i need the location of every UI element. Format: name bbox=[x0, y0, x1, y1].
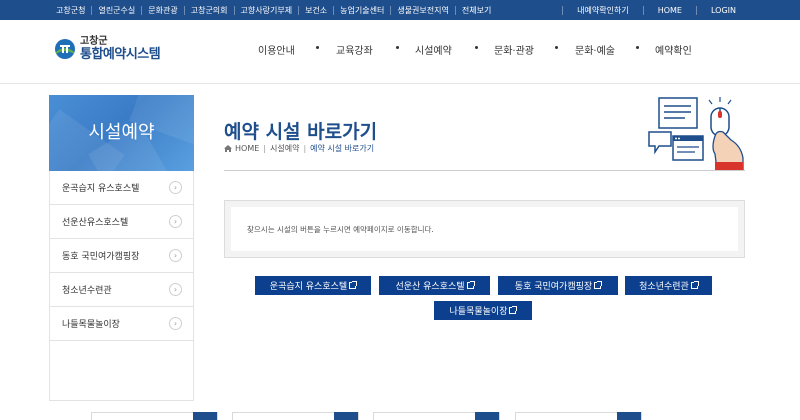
notice-text: 찾으시는 시설의 버튼을 누르시면 예약페이지로 이동합니다. bbox=[247, 224, 434, 234]
sidebar-menu: 운곡습지 유스호스텔 › 선운산유스호스텔 › 동호 국민여가캠핑장 › 청소년수련관… bbox=[49, 171, 194, 401]
footer-banner-box[interactable] bbox=[515, 412, 642, 420]
site-link[interactable]: 문화관광 bbox=[142, 5, 185, 15]
nav-separator bbox=[475, 46, 478, 49]
top-utility-bar: 고창군청 열린군수실 문화관광 고창군의회 고향사랑기부제 보건소 농업기술센터… bbox=[0, 0, 800, 20]
nav-item-culture-tour[interactable]: 문화·관광 bbox=[494, 42, 534, 57]
nav-separator bbox=[555, 46, 558, 49]
site-link[interactable]: 열린군수실 bbox=[92, 5, 143, 15]
sidebar-item-dongho-camping[interactable]: 동호 국민여가캠핑장 › bbox=[50, 239, 193, 273]
sidebar-item-water-park[interactable]: 나들목물놀이장 › bbox=[50, 307, 193, 341]
sidebar-title: 시설예약 bbox=[88, 122, 155, 143]
nav-item-guide[interactable]: 이용안내 bbox=[258, 42, 295, 57]
external-link-icon bbox=[509, 306, 518, 314]
facility-button-label: 청소년수련관 bbox=[639, 282, 689, 292]
site-link[interactable]: 고향사랑기부제 bbox=[235, 5, 300, 15]
breadcrumb-current: 예약 시설 바로가기 bbox=[310, 144, 375, 153]
site-link[interactable]: 보건소 bbox=[299, 5, 335, 15]
footer-banner-box[interactable] bbox=[373, 412, 500, 420]
sidebar: 시설예약 운곡습지 유스호스텔 › 선운산유스호스텔 › 동호 국민여가캠핑장 › 청… bbox=[49, 95, 194, 401]
site-logo[interactable]: 고창군 통합예약시스템 bbox=[54, 36, 161, 62]
home-icon bbox=[224, 145, 232, 152]
login-link[interactable]: LOGIN bbox=[695, 5, 750, 15]
nav-item-reservation-check[interactable]: 예약확인 bbox=[655, 42, 692, 57]
chevron-right-icon: › bbox=[169, 317, 182, 330]
nav-item-culture-art[interactable]: 문화·예술 bbox=[575, 42, 615, 57]
external-link-icon bbox=[349, 281, 358, 289]
external-link-icon bbox=[594, 281, 603, 289]
external-link-icon bbox=[690, 281, 699, 289]
footer-banner-tag bbox=[617, 412, 641, 420]
sidebar-item-label: 나들목물놀이장 bbox=[62, 320, 120, 330]
breadcrumb-home[interactable]: HOME bbox=[235, 144, 259, 153]
footer-banner-tag bbox=[334, 412, 358, 420]
nav-separator bbox=[396, 46, 399, 49]
chevron-right-icon: › bbox=[169, 283, 182, 296]
sidebar-title-banner: 시설예약 bbox=[49, 95, 194, 171]
chevron-right-icon: › bbox=[169, 181, 182, 194]
nav-item-education[interactable]: 교육강좌 bbox=[336, 42, 373, 57]
facility-button-water-park[interactable]: 나들목물놀이장 bbox=[434, 301, 532, 320]
breadcrumb-section[interactable]: 시설예약 bbox=[270, 143, 299, 154]
site-link[interactable]: 농업기술센터 bbox=[334, 5, 392, 15]
sidebar-item-label: 동호 국민여가캠핑장 bbox=[62, 252, 140, 262]
sidebar-item-youth-center[interactable]: 청소년수련관 › bbox=[50, 273, 193, 307]
breadcrumb-separator: | bbox=[303, 144, 307, 153]
facility-button-label: 나들목물놀이장 bbox=[449, 307, 508, 317]
site-link[interactable]: 전체보기 bbox=[456, 6, 497, 15]
chevron-right-icon: › bbox=[169, 249, 182, 262]
sidebar-item-label: 청소년수련관 bbox=[62, 286, 112, 296]
facility-button-ungok-hostel[interactable]: 운곡습지 유스호스텔 bbox=[255, 276, 371, 295]
site-link[interactable]: 고창군의회 bbox=[185, 5, 235, 15]
page-title: 예약 시설 바로가기 bbox=[224, 121, 378, 143]
site-link[interactable]: 고창군청 bbox=[50, 5, 93, 15]
footer-banner-tag bbox=[193, 412, 217, 420]
facility-button-seonunsan-hostel[interactable]: 선운산 유스호스텔 bbox=[379, 276, 490, 295]
facility-button-dongho-camping[interactable]: 동호 국민여가캠핑장 bbox=[498, 276, 618, 295]
reservation-illustration-icon bbox=[645, 92, 745, 171]
site-link[interactable]: 생물권보전지역 bbox=[391, 5, 456, 15]
notice-box: 찾으시는 시설의 버튼을 누르시면 예약페이지로 이동합니다. bbox=[224, 200, 745, 258]
title-divider bbox=[224, 170, 745, 171]
breadcrumb-separator: | bbox=[263, 144, 266, 153]
breadcrumb: HOME | 시설예약 | 예약 시설 바로가기 bbox=[224, 143, 374, 154]
external-link-icon bbox=[466, 281, 475, 289]
logo-text-region: 고창군 bbox=[80, 36, 108, 47]
footer-banner-box[interactable] bbox=[91, 412, 218, 420]
sidebar-item-ungok-hostel[interactable]: 운곡습지 유스호스텔 › bbox=[50, 171, 193, 205]
user-links: 내예약확인하기 HOME LOGIN bbox=[562, 0, 750, 20]
facility-button-label: 운곡습지 유스호스텔 bbox=[269, 282, 348, 292]
sidebar-item-label: 선운산유스호스텔 bbox=[62, 218, 129, 228]
home-link[interactable]: HOME bbox=[642, 5, 696, 15]
facility-button-label: 선운산 유스호스텔 bbox=[395, 282, 465, 292]
gochang-emblem-icon bbox=[54, 38, 76, 60]
footer-banner-box[interactable] bbox=[232, 412, 359, 420]
site-header: 고창군 통합예약시스템 이용안내 교육강좌 시설예약 문화·관광 문화·예술 예… bbox=[0, 20, 800, 84]
nav-separator bbox=[316, 46, 319, 49]
facility-button-label: 동호 국민여가캠핑장 bbox=[514, 282, 593, 292]
nav-item-facility[interactable]: 시설예약 bbox=[415, 42, 452, 57]
my-reservation-link[interactable]: 내예약확인하기 bbox=[562, 5, 643, 15]
footer-banner-tag bbox=[475, 412, 499, 420]
sidebar-item-label: 운곡습지 유스호스텔 bbox=[62, 184, 140, 194]
facility-button-youth-center[interactable]: 청소년수련관 bbox=[625, 276, 712, 295]
logo-text-system: 통합예약시스템 bbox=[80, 47, 161, 62]
site-links: 고창군청 열린군수실 문화관광 고창군의회 고향사랑기부제 보건소 농업기술센터… bbox=[50, 0, 497, 20]
chevron-right-icon: › bbox=[169, 215, 182, 228]
sidebar-item-seonunsan-hostel[interactable]: 선운산유스호스텔 › bbox=[50, 205, 193, 239]
nav-separator bbox=[636, 46, 639, 49]
